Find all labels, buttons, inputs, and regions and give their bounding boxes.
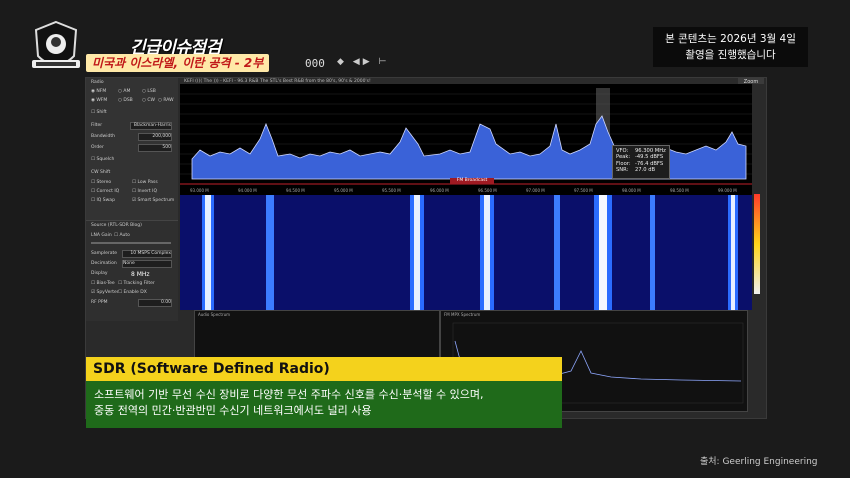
tooltip-vfo-value: 96.300 MHz [635, 148, 666, 154]
order-input[interactable]: 500 [138, 144, 172, 152]
iq-swap-checkbox[interactable]: ☐ IQ Swap [91, 198, 115, 203]
freq-tick: 94.500 M [286, 188, 305, 193]
mode-lsb[interactable]: ○ LSB [142, 89, 156, 94]
mode-dsb[interactable]: ○ DSB [118, 98, 133, 103]
frequency-display[interactable]: 000 [305, 57, 325, 70]
bandwidth-label: Bandwidth [91, 134, 115, 139]
bandwidth-input[interactable]: 200,000 [138, 133, 172, 141]
samplerate-label: Samplerate [91, 251, 118, 256]
enable-dx-checkbox[interactable]: ☐ Enable DX [118, 290, 147, 295]
channel-logo-icon [32, 20, 80, 68]
decimation-select[interactable]: None [122, 260, 172, 268]
ppm-label: RF PPM [91, 300, 108, 305]
right-scrollbar[interactable] [752, 84, 764, 404]
tooltip-floor-value: -76.4 dBFS [635, 160, 664, 167]
bias-tee-checkbox[interactable]: ☐ Bias-Tee [91, 281, 115, 286]
decimation-label: Decimation [91, 261, 117, 266]
display-value: 8 MHz [131, 271, 150, 278]
low-pass-checkbox[interactable]: ☐ Low Pass [132, 180, 158, 185]
freq-tick: 98.500 M [670, 188, 689, 193]
notice-line-2: 촬영을 진행했습니다 [685, 49, 776, 61]
samplerate-select[interactable]: 10 MSPS Complex [122, 250, 172, 258]
tracking-filter-checkbox[interactable]: ☐ Tracking Filter [118, 281, 155, 286]
freq-tick: 95.500 M [382, 188, 401, 193]
color-scale-bar [754, 194, 760, 294]
squelch-checkbox[interactable]: ☐ Squelch [91, 157, 114, 162]
cw-shift-label: CW Shift [91, 170, 111, 175]
freq-tick: 99.000 M [718, 188, 737, 193]
source-panel: Source (RTL-SDR Blog) LNA Gain ☐ Auto Sa… [86, 220, 178, 321]
toolbar-controls[interactable]: ◆ ◀▶ ⊢ [337, 57, 389, 67]
freq-tick: 96.500 M [478, 188, 497, 193]
waterfall-display[interactable] [180, 195, 752, 310]
correct-iq-checkbox[interactable]: ☐ Correct IQ [91, 189, 119, 194]
tooltip-peak-value: -49.5 dBFS [635, 154, 664, 161]
mode-nfm[interactable]: ◉ NFM [91, 89, 106, 94]
waterfall-plot [202, 195, 738, 310]
mode-am[interactable]: ○ AM [118, 89, 130, 94]
freq-tick: 97.500 M [574, 188, 593, 193]
mode-wfm[interactable]: ◉ WFM [91, 98, 107, 103]
source-panel-title: Source (RTL-SDR Blog) [91, 223, 142, 228]
gain-slider[interactable] [91, 242, 171, 244]
source-credit: 출처: Geerling Engineering [700, 457, 818, 467]
freq-tick: 94.000 M [238, 188, 257, 193]
freq-tick: 96.000 M [430, 188, 449, 193]
caption-line-1: 소프트웨어 기반 무선 수신 장비로 다양한 무선 주파수 신호를 수신·분석할… [94, 388, 484, 401]
filter-select[interactable]: Blackman-Harris [130, 122, 172, 130]
spyverter-checkbox[interactable]: ☑ SpyVerter [91, 290, 119, 295]
recording-date-notice: 본 콘텐츠는 2026년 3월 4일 촬영을 진행했습니다 [653, 27, 808, 67]
smart-spectrum-checkbox[interactable]: ☑ Smart Spectrum [132, 198, 174, 203]
fft-spectrum-display[interactable]: FM Broadcast 93.000 M 94.000 M 94.500 M … [180, 84, 752, 196]
mode-cw[interactable]: ○ CW [142, 98, 155, 103]
freq-tick: 93.000 M [190, 188, 209, 193]
freq-tick: 97.000 M [526, 188, 545, 193]
radio-section-label: Radio [91, 80, 104, 85]
caption-title: SDR (Software Defined Radio) [86, 357, 562, 381]
audio-spectrum-title: Audio Spectrum [198, 312, 231, 317]
tooltip-snr-label: SNR: [616, 167, 629, 174]
episode-title: 미국과 이스라엘, 이란 공격 - 2부 [86, 54, 270, 72]
notice-line-1: 본 콘텐츠는 2026년 3월 4일 [665, 33, 796, 45]
ppm-input[interactable]: 0.00 [138, 299, 172, 307]
caption-line-2: 중동 전역의 민간·반관반민 수신기 네트워크에서도 널리 사용 [94, 404, 372, 417]
order-label: Order [91, 145, 104, 150]
fm-broadcast-label: FM Broadcast [450, 178, 494, 184]
shift-checkbox[interactable]: ☐ Shift [91, 110, 107, 115]
caption-body: 소프트웨어 기반 무선 수신 장비로 다양한 무선 주파수 신호를 수신·분석할… [86, 381, 562, 428]
freq-tick: 95.000 M [334, 188, 353, 193]
filter-label: Filter [91, 123, 103, 128]
invert-iq-checkbox[interactable]: ☐ Invert IQ [132, 189, 157, 194]
lna-gain-label: LNA Gain [91, 233, 112, 238]
auto-checkbox[interactable]: ☐ Auto [114, 233, 130, 238]
mode-raw[interactable]: ○ RAW [158, 98, 174, 103]
display-label: Display [91, 271, 108, 276]
tooltip-snr-value: 27.0 dB [635, 167, 656, 174]
vfo-tooltip: VFO: 96.300 MHz Peak: -49.5 dBFS Floor: -76… [612, 145, 670, 179]
freq-tick: 98.000 M [622, 188, 641, 193]
stereo-checkbox[interactable]: ☐ Stereo [91, 180, 111, 185]
